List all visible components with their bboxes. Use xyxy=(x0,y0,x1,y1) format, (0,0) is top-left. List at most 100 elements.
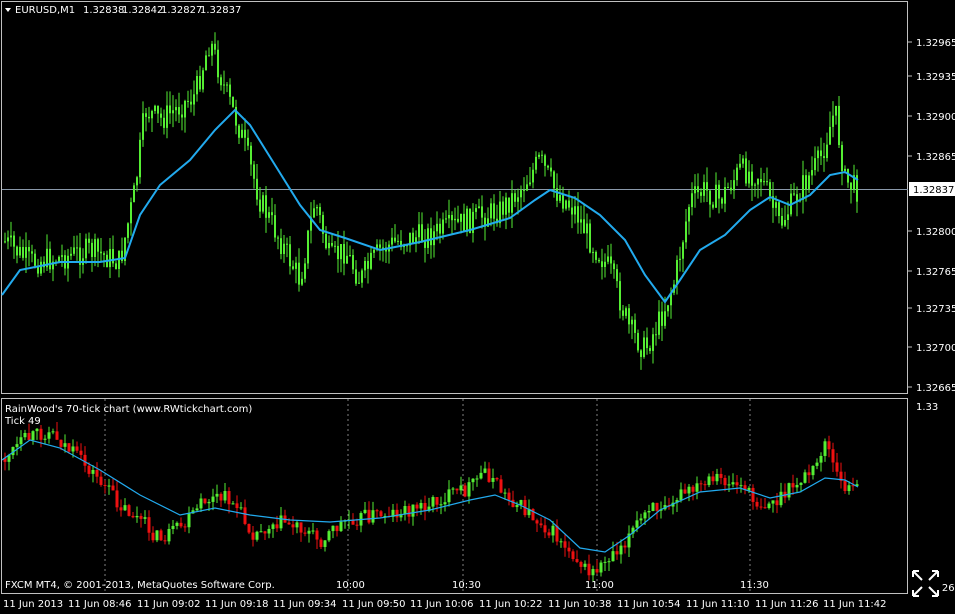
candle-body xyxy=(424,241,426,248)
candle-body xyxy=(328,243,330,249)
candle-body xyxy=(759,506,763,508)
candle-body xyxy=(435,497,439,505)
candle-body xyxy=(271,524,275,529)
candle-body xyxy=(817,150,819,159)
candle-body xyxy=(85,238,87,259)
candle-body xyxy=(850,182,852,190)
candle-body xyxy=(205,55,207,71)
candle-body xyxy=(51,431,55,433)
candle-body xyxy=(688,207,690,222)
candle-body xyxy=(613,263,615,270)
candle-body xyxy=(436,223,438,232)
candle-body xyxy=(226,84,228,86)
candle-body xyxy=(115,490,119,508)
candle-body xyxy=(731,482,735,485)
candle-body xyxy=(607,256,609,262)
candle-body xyxy=(547,532,551,536)
candle-body xyxy=(724,187,726,204)
candle-body xyxy=(355,524,359,526)
candle-body xyxy=(526,184,528,191)
candle-body xyxy=(220,77,222,86)
candle-body xyxy=(187,513,191,528)
candle-body xyxy=(397,240,399,242)
candle-body xyxy=(619,281,621,311)
candle-body xyxy=(91,242,93,257)
candle-body xyxy=(625,308,627,316)
candle-body xyxy=(760,179,762,183)
candle-body xyxy=(634,319,636,333)
candle-body xyxy=(622,310,624,316)
candle-body xyxy=(219,493,223,501)
candle-body xyxy=(787,214,789,220)
candle-body xyxy=(505,197,507,215)
sub-pane-title: RainWood's 70-tick chart (www.RWtickchar… xyxy=(5,404,252,415)
candle-body xyxy=(196,76,198,95)
triangle-down-icon[interactable] xyxy=(5,8,11,12)
candle-body xyxy=(829,126,831,145)
candle-body xyxy=(215,493,219,497)
candle-body xyxy=(268,212,270,218)
candle-body xyxy=(511,193,513,213)
candle-body xyxy=(844,168,846,172)
candle-body xyxy=(223,84,225,86)
candle-body xyxy=(603,561,607,563)
candle-body xyxy=(599,562,603,573)
candle-body xyxy=(835,105,837,116)
candle-body xyxy=(379,244,381,248)
candle-body xyxy=(445,218,447,220)
candle-body xyxy=(427,228,429,248)
price-tick: 1.32865 xyxy=(916,152,955,163)
candle-body xyxy=(244,129,246,138)
candle-body xyxy=(292,266,294,269)
candle-body xyxy=(658,311,660,335)
candle-body xyxy=(247,137,249,146)
candle-body xyxy=(823,441,827,456)
candle-body xyxy=(19,246,21,256)
candle-body xyxy=(730,187,732,191)
candle-body xyxy=(721,198,723,204)
candle-body xyxy=(202,70,204,90)
candle-body xyxy=(214,43,216,50)
candle-body xyxy=(814,158,816,171)
candle-body xyxy=(67,443,71,452)
candle-body xyxy=(79,450,83,455)
candle-body xyxy=(31,251,33,254)
candle-body xyxy=(166,105,168,128)
price-tick: 1.32735 xyxy=(916,304,955,315)
candle-body xyxy=(667,305,669,312)
candle-body xyxy=(700,192,702,196)
candle-body xyxy=(253,164,255,179)
candle-body xyxy=(559,541,563,543)
candle-body xyxy=(733,180,735,191)
candle-body xyxy=(718,184,720,199)
candle-body xyxy=(652,334,654,351)
candle-body xyxy=(421,224,423,242)
candle-body xyxy=(544,155,546,166)
candle-body xyxy=(635,520,639,528)
candle-body xyxy=(7,237,9,242)
candle-body xyxy=(563,541,567,548)
candle-body xyxy=(195,508,199,511)
expand-arrows-icon[interactable] xyxy=(908,566,942,600)
candle-body xyxy=(592,251,594,253)
candle-body xyxy=(595,251,597,260)
candle-body xyxy=(643,512,647,519)
candle-body xyxy=(567,547,571,552)
candle-body xyxy=(151,111,153,119)
candle-body xyxy=(280,238,282,255)
chart-window[interactable]: EURUSD,M1 1.32838 1.32842 1.32827 1.3283… xyxy=(0,0,955,614)
candle-body xyxy=(529,182,531,185)
candle-body xyxy=(637,332,639,351)
candle-body xyxy=(304,263,306,279)
candle-body xyxy=(229,84,231,97)
candle-body xyxy=(70,253,72,256)
candle-body xyxy=(562,195,564,209)
time-tick: 11 Jun 10:38 xyxy=(548,599,612,610)
candle-body xyxy=(511,499,515,508)
candle-body xyxy=(91,469,95,474)
candle-body xyxy=(647,510,651,513)
session-label: 11:30 xyxy=(740,580,769,591)
candle-body xyxy=(795,484,799,488)
candle-body xyxy=(358,282,360,284)
candle-body xyxy=(76,247,78,249)
